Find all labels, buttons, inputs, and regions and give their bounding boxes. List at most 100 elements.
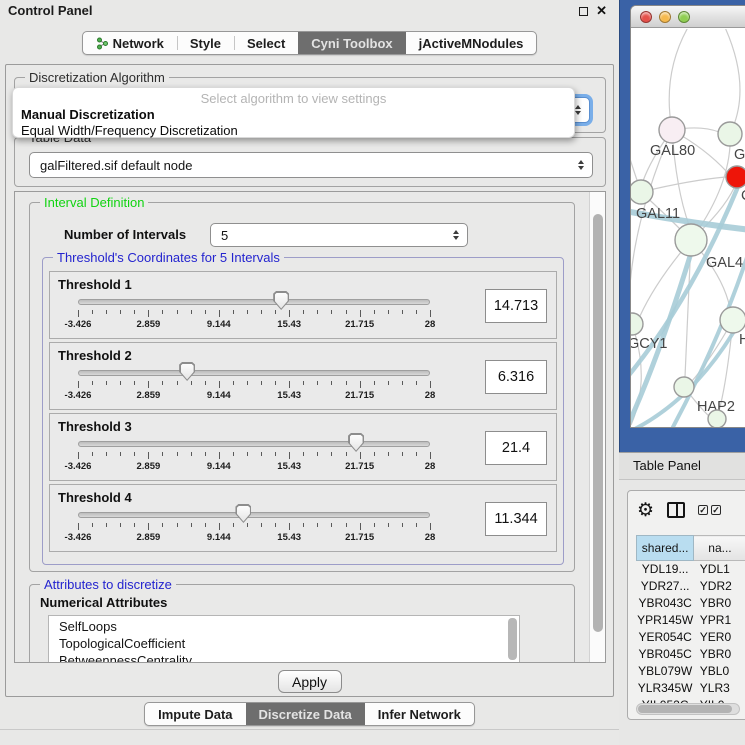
tick-mark: [261, 310, 262, 314]
column-header[interactable]: shared...: [637, 536, 694, 561]
slider-track[interactable]: [78, 299, 430, 305]
table-row[interactable]: YBL079WYBL0: [637, 663, 745, 680]
vertical-scrollbar[interactable]: [589, 192, 605, 662]
threshold-value-field[interactable]: 21.4: [485, 431, 547, 465]
attribute-list-item[interactable]: SelfLoops: [59, 618, 519, 635]
checkbox-icon[interactable]: ✓: [698, 505, 708, 515]
attribute-list-item[interactable]: TopologicalCoefficient: [59, 635, 519, 652]
tick-label: 21.715: [345, 390, 374, 401]
network-node[interactable]: [659, 117, 685, 143]
list-scrollbar-thumb[interactable]: [508, 618, 517, 660]
network-edge[interactable]: [641, 177, 726, 192]
bottom-tab-infer-network[interactable]: Infer Network: [365, 703, 474, 725]
table-row[interactable]: YLR345WYLR3: [637, 680, 745, 697]
table-cell[interactable]: YBL0: [694, 663, 745, 680]
minimize-traffic-light[interactable]: [659, 11, 671, 23]
table-cell[interactable]: YER054C: [637, 629, 694, 646]
network-node[interactable]: [726, 166, 745, 188]
bottom-tab-impute-data[interactable]: Impute Data: [145, 703, 245, 725]
close-panel-icon[interactable]: ✕: [596, 0, 607, 22]
slider-handle[interactable]: [179, 362, 195, 381]
slider-track[interactable]: [78, 512, 430, 518]
network-canvas[interactable]: GAL80GACGAL11GAL4GCY1HHAP2: [631, 29, 745, 427]
table-cell[interactable]: YBR045C: [637, 646, 694, 663]
algorithm-menu-item[interactable]: Manual Discretization: [13, 106, 574, 122]
table-row[interactable]: YBR045CYBR0: [637, 646, 745, 663]
attribute-list-item[interactable]: BetweennessCentrality: [59, 652, 519, 663]
apply-button[interactable]: Apply: [278, 670, 342, 693]
table-row[interactable]: YPR145WYPR1: [637, 612, 745, 629]
tick-mark: [148, 523, 149, 530]
number-of-intervals-combobox[interactable]: 5: [210, 223, 468, 247]
table-cell[interactable]: YDL19...: [637, 561, 694, 578]
network-edge[interactable]: [723, 29, 740, 134]
tab-label: jActiveMNodules: [419, 32, 524, 55]
tab-cyni-toolbox[interactable]: Cyni Toolbox: [298, 32, 405, 54]
slider-handle-fill: [350, 435, 363, 451]
table-cell[interactable]: YPR1: [694, 612, 745, 629]
gear-icon[interactable]: ⚙: [637, 501, 654, 520]
network-node[interactable]: [720, 307, 745, 333]
threshold-value-field[interactable]: 14.713: [485, 289, 547, 323]
table-cell[interactable]: YBR0: [694, 646, 745, 663]
tick-mark: [205, 452, 206, 456]
table-row[interactable]: YDR27...YDR2: [637, 578, 745, 595]
algorithm-menu-item[interactable]: Equal Width/Frequency Discretization: [13, 122, 574, 138]
network-node[interactable]: [674, 377, 694, 397]
slider-handle[interactable]: [235, 504, 251, 523]
table-row[interactable]: YBR043CYBR0: [637, 595, 745, 612]
table-data-combobox[interactable]: galFiltered.sif default node: [29, 152, 593, 178]
network-node[interactable]: [675, 224, 707, 256]
float-window-icon[interactable]: [579, 7, 588, 16]
table-cell[interactable]: YDL1: [694, 561, 745, 578]
tick-mark: [106, 310, 107, 314]
tab-style[interactable]: Style: [177, 32, 234, 54]
table-cell[interactable]: YDR2: [694, 578, 745, 595]
network-edge[interactable]: [669, 29, 693, 130]
slider-track[interactable]: [78, 370, 430, 376]
slider-tick-labels: -3.4262.8599.14415.4321.71528: [78, 532, 430, 544]
network-node[interactable]: [718, 122, 742, 146]
numerical-attributes-list[interactable]: SelfLoopsTopologicalCoefficientBetweenne…: [48, 615, 520, 663]
split-columns-icon[interactable]: [667, 502, 685, 518]
bottom-tab-discretize-data[interactable]: Discretize Data: [246, 703, 365, 725]
table-cell[interactable]: YPR145W: [637, 612, 694, 629]
tick-mark: [148, 381, 149, 388]
tick-mark: [275, 523, 276, 527]
network-tab-icon: [96, 37, 108, 50]
table-cell[interactable]: YDR27...: [637, 578, 694, 595]
vertical-scrollbar-thumb[interactable]: [593, 214, 603, 632]
horizontal-scrollbar[interactable]: [636, 703, 740, 715]
table-row[interactable]: YER054CYER0: [637, 629, 745, 646]
checkbox-icon[interactable]: ✓: [711, 505, 721, 515]
tab-jactivemnodules[interactable]: jActiveMNodules: [406, 32, 537, 54]
network-node[interactable]: [631, 313, 643, 335]
table-row[interactable]: YDL19...YDL1: [637, 561, 745, 578]
slider-track[interactable]: [78, 441, 430, 447]
tick-mark: [317, 523, 318, 527]
table-cell[interactable]: YLR345W: [637, 680, 694, 697]
tab-network[interactable]: Network: [83, 32, 177, 54]
column-header[interactable]: na...: [694, 536, 745, 561]
tab-select[interactable]: Select: [234, 32, 298, 54]
table-cell[interactable]: YER0: [694, 629, 745, 646]
tick-mark: [360, 310, 361, 317]
network-node[interactable]: [631, 180, 653, 204]
threshold-value-field[interactable]: 11.344: [485, 502, 547, 536]
table-cell[interactable]: YBL079W: [637, 663, 694, 680]
tick-mark: [388, 523, 389, 527]
threshold-value-field[interactable]: 6.316: [485, 360, 547, 394]
combo-arrows-icon: [575, 105, 581, 115]
table-cell[interactable]: YBR043C: [637, 595, 694, 612]
table-cell[interactable]: YLR3: [694, 680, 745, 697]
close-traffic-light[interactable]: [640, 11, 652, 23]
horizontal-scrollbar-thumb[interactable]: [638, 705, 732, 713]
tick-label: 9.144: [207, 532, 231, 543]
network-node[interactable]: [708, 410, 726, 427]
slider-handle[interactable]: [348, 433, 364, 452]
zoom-traffic-light[interactable]: [678, 11, 690, 23]
algorithm-hint-item[interactable]: Select algorithm to view settings: [13, 88, 574, 106]
table-cell[interactable]: YBR0: [694, 595, 745, 612]
slider-handle[interactable]: [273, 291, 289, 310]
tick-mark: [162, 310, 163, 314]
